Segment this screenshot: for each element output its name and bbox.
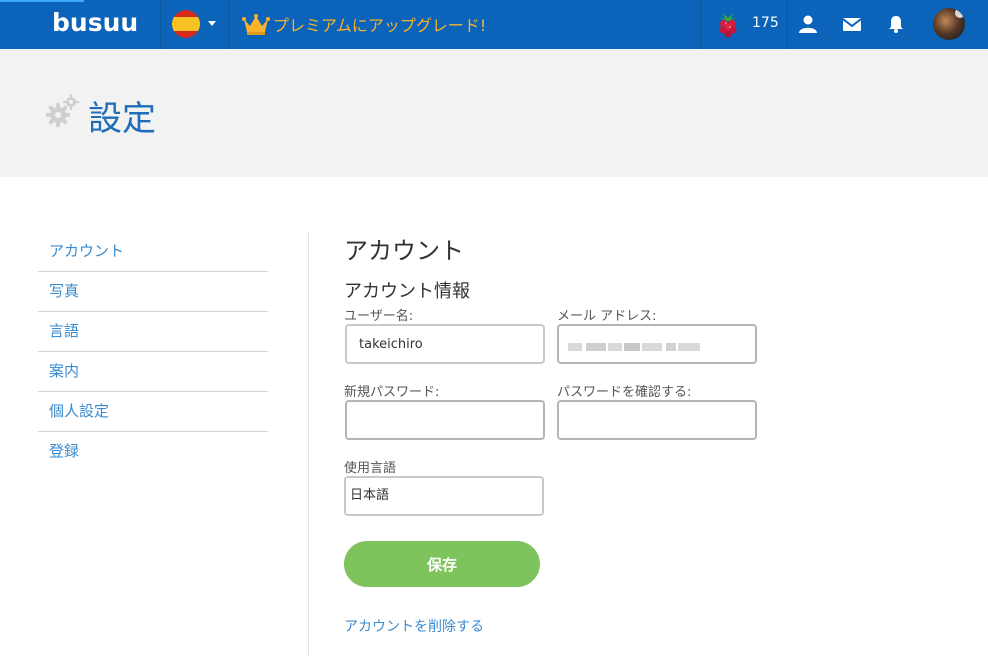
sidebar-item-photo[interactable]: 写真 [38,272,268,312]
busuu-logo[interactable]: busuu [52,8,138,37]
raspberry-icon [719,13,737,38]
save-button[interactable]: 保存 [344,541,540,587]
content-divider [308,232,309,656]
sidebar-item-guide[interactable]: 案内 [38,352,268,392]
language-switcher[interactable] [161,0,228,49]
crown-icon [242,14,270,35]
premium-upgrade-label: プレミアムにアップグレード! [273,16,487,35]
avatar-badge [955,8,965,18]
account-info-title: アカウント情報 [344,281,470,302]
username-input[interactable] [345,324,545,364]
top-accent-line [0,0,84,2]
sidebar-item-personal-settings[interactable]: 個人設定 [38,392,268,432]
user-icon[interactable] [798,14,818,34]
email-label: メール アドレス: [557,309,657,324]
interface-language-select[interactable]: 日本語 [344,476,544,516]
confirm-password-label: パスワードを確認する: [557,385,692,400]
email-redacted [568,339,700,355]
delete-account-link[interactable]: アカウントを削除する [344,616,484,636]
premium-upgrade-link[interactable]: プレミアムにアップグレード! [229,0,509,49]
page-title: 設定 [88,99,156,139]
confirm-password-input[interactable] [557,400,757,440]
new-password-input[interactable] [345,400,545,440]
settings-sidebar: アカウント 写真 言語 案内 個人設定 登録 [38,232,268,472]
points-counter[interactable]: 175 [701,0,787,49]
section-title: アカウント [344,237,464,265]
nav-divider [787,0,788,49]
sidebar-item-account[interactable]: アカウント [38,232,268,272]
sidebar-item-language[interactable]: 言語 [38,312,268,352]
chevron-down-icon [208,21,216,26]
interface-language-value: 日本語 [350,488,390,503]
bell-icon[interactable] [886,14,906,34]
new-password-label: 新規パスワード: [344,385,440,400]
mail-icon[interactable] [842,14,862,34]
gear-icon [46,94,79,127]
points-value: 175 [752,15,779,31]
interface-language-label: 使用言語 [344,461,397,476]
sidebar-item-subscription[interactable]: 登録 [38,432,268,472]
top-nav-bar: busuu プレミアムにアップグレード! 175 [0,0,988,49]
username-label: ユーザー名: [344,309,414,324]
avatar[interactable] [933,8,965,40]
spain-flag-icon [172,10,200,38]
